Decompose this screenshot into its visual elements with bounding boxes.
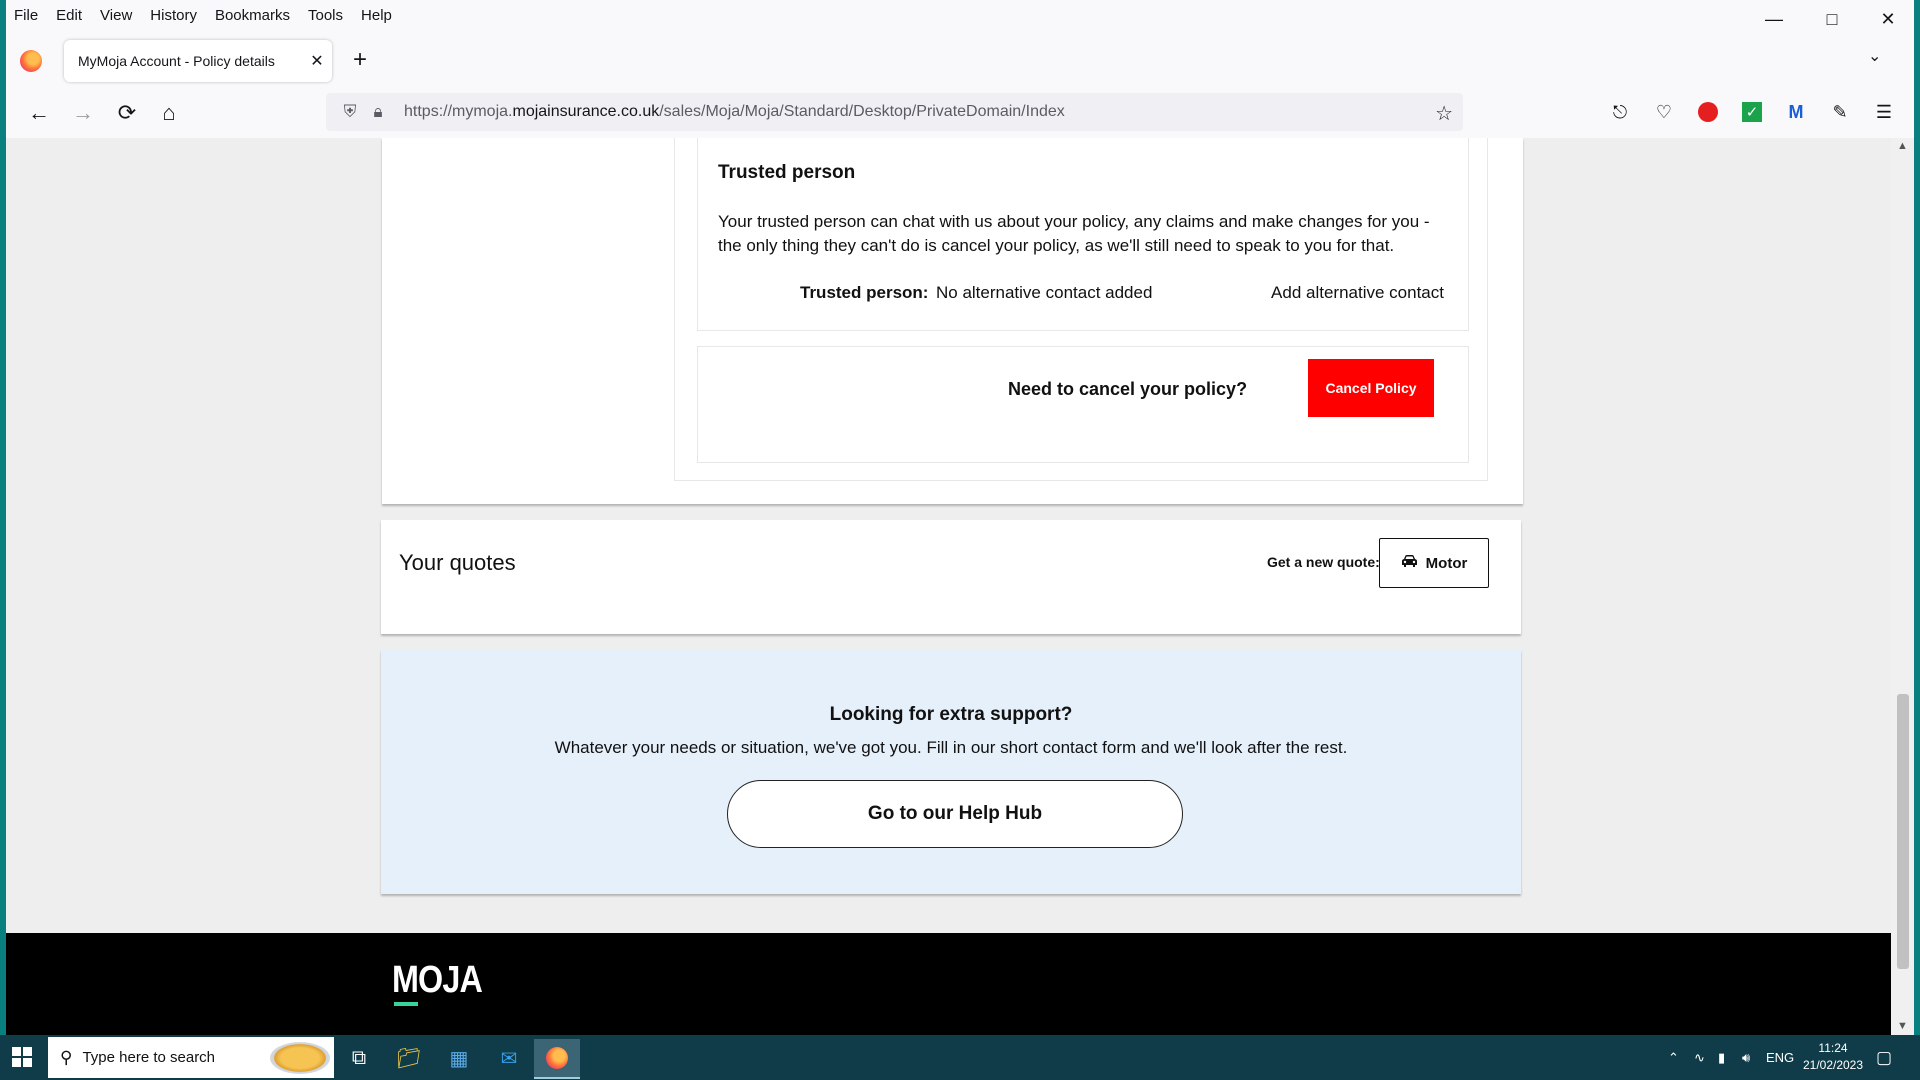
tab-strip: MyMoja Account - Policy details ✕ + ⌄	[6, 36, 1914, 86]
menu-bar: File Edit View History Bookmarks Tools H…	[6, 0, 1914, 30]
scrollbar-thumb[interactable]	[1897, 694, 1909, 969]
battery-icon[interactable]: ▮	[1718, 1035, 1725, 1080]
back-icon[interactable]: ←	[20, 94, 58, 132]
extra-support-heading: Looking for extra support?	[829, 704, 1073, 725]
menu-file[interactable]: File	[6, 7, 47, 24]
maximize-icon[interactable]: □	[1804, 0, 1860, 38]
task-view-icon[interactable]: ⧉	[336, 1039, 382, 1077]
url-text[interactable]: https://mymoja.mojainsurance.co.uk/sales…	[404, 103, 1065, 121]
add-alternative-contact-link[interactable]: Add alternative contact	[1271, 283, 1444, 303]
list-tabs-icon[interactable]: ⌄	[1868, 46, 1881, 66]
cancel-policy-section: Need to cancel your policy? Cancel Polic…	[697, 346, 1469, 463]
shield-icon[interactable]: ⛨	[336, 102, 364, 122]
firefox-taskbar-icon[interactable]	[534, 1039, 580, 1079]
notifications-icon[interactable]: ▢	[1876, 1035, 1892, 1080]
firefox-logo-icon	[20, 50, 42, 72]
car-icon	[1401, 554, 1418, 572]
home-icon[interactable]: ⌂	[150, 94, 188, 132]
menu-view[interactable]: View	[91, 7, 141, 24]
pocket-icon[interactable]: ♡	[1650, 98, 1678, 126]
page-content: Trusted person Your trusted person can c…	[6, 138, 1891, 1035]
scroll-down-icon[interactable]: ▼	[1891, 1020, 1914, 1032]
bookmark-star-icon[interactable]: ☆	[1435, 101, 1453, 126]
menu-tools[interactable]: Tools	[299, 7, 352, 24]
forward-icon[interactable]: →	[64, 94, 102, 132]
windows-start-icon[interactable]	[12, 1047, 32, 1067]
clock-date: 21/02/2023	[1802, 1058, 1864, 1072]
extra-support-card: Looking for extra support? Whatever your…	[381, 650, 1521, 894]
logo-accent-bar	[394, 1002, 418, 1006]
tab-policy-details[interactable]: MyMoja Account - Policy details ✕	[64, 40, 332, 82]
trusted-person-heading: Trusted person	[718, 162, 856, 183]
trusted-person-label: Trusted person:	[800, 283, 929, 302]
windows-taskbar: ⚲ Type here to search ⧉ 📁︎ ▦ ✉ ⌃ ∿ ▮ 🔊︎ …	[0, 1035, 1920, 1080]
policy-card: Trusted person Your trusted person can c…	[382, 138, 1523, 504]
checkmark-extension-icon[interactable]: ✓	[1738, 98, 1766, 126]
malwarebytes-icon[interactable]: M	[1782, 98, 1810, 126]
lock-icon[interactable]: 🔒︎	[364, 102, 392, 122]
mail-icon[interactable]: ✉	[486, 1039, 532, 1077]
your-quotes-heading: Your quotes	[399, 550, 516, 575]
trusted-person-section: Trusted person Your trusted person can c…	[697, 138, 1469, 331]
address-bar[interactable]: ⛨ 🔒︎ https://mymoja.mojainsurance.co.uk/…	[326, 93, 1463, 131]
navigation-bar: ← → ⟳ ⌂ ⛨ 🔒︎ https://mymoja.mojainsuranc…	[6, 88, 1914, 138]
save-to-pocket-alt-icon[interactable]: ⎋	[1606, 98, 1634, 126]
minimize-icon[interactable]: —	[1746, 0, 1802, 38]
clock-time: 11:24	[1818, 1041, 1848, 1055]
file-explorer-icon[interactable]: 📁︎	[386, 1039, 432, 1077]
trusted-person-description: Your trusted person can chat with us abo…	[718, 212, 1430, 255]
scroll-up-icon[interactable]: ▲	[1891, 140, 1914, 152]
quotes-card: Your quotes Get a new quote: Motor	[381, 520, 1521, 634]
taskbar-search-placeholder: Type here to search	[82, 1049, 216, 1066]
menu-edit[interactable]: Edit	[47, 7, 91, 24]
search-highlight-image	[270, 1042, 330, 1074]
show-hidden-icons[interactable]: ⌃	[1668, 1035, 1679, 1080]
search-icon: ⚲	[60, 1047, 73, 1067]
close-window-icon[interactable]: ✕	[1860, 0, 1914, 38]
moja-logo[interactable]: MOJA	[392, 959, 483, 1002]
extensions-puzzle-icon[interactable]: ✎	[1826, 98, 1854, 126]
new-tab-icon[interactable]: +	[342, 42, 378, 78]
language-indicator[interactable]: ENG	[1766, 1035, 1794, 1080]
motor-label: Motor	[1425, 554, 1468, 572]
site-footer: MOJA	[6, 933, 1891, 1035]
help-hub-button[interactable]: Go to our Help Hub	[727, 780, 1183, 848]
close-tab-icon[interactable]: ✕	[302, 51, 332, 71]
cancel-policy-button[interactable]: Cancel Policy	[1308, 359, 1434, 417]
tab-title: MyMoja Account - Policy details	[78, 53, 275, 69]
menu-help[interactable]: Help	[352, 7, 401, 24]
ublock-icon[interactable]	[1694, 98, 1722, 126]
hamburger-menu-icon[interactable]: ☰	[1870, 98, 1898, 126]
trusted-person-value: No alternative contact added	[936, 283, 1153, 302]
get-new-quote-label: Get a new quote:	[1267, 554, 1380, 570]
network-icon[interactable]: ∿	[1694, 1035, 1705, 1080]
taskbar-search-box[interactable]: ⚲ Type here to search	[48, 1037, 334, 1078]
menu-bookmarks[interactable]: Bookmarks	[206, 7, 299, 24]
motor-quote-button[interactable]: Motor	[1379, 538, 1489, 588]
reload-icon[interactable]: ⟳	[108, 94, 146, 132]
menu-history[interactable]: History	[141, 7, 206, 24]
policy-details-panel: Trusted person Your trusted person can c…	[674, 138, 1488, 481]
extra-support-text: Whatever your needs or situation, we've …	[554, 738, 1348, 757]
volume-icon[interactable]: 🔊︎	[1742, 1035, 1750, 1080]
taskbar-clock[interactable]: 11:24 21/02/2023	[1798, 1040, 1868, 1074]
microsoft-store-icon[interactable]: ▦	[436, 1039, 482, 1077]
cancel-policy-question: Need to cancel your policy?	[1008, 379, 1248, 399]
